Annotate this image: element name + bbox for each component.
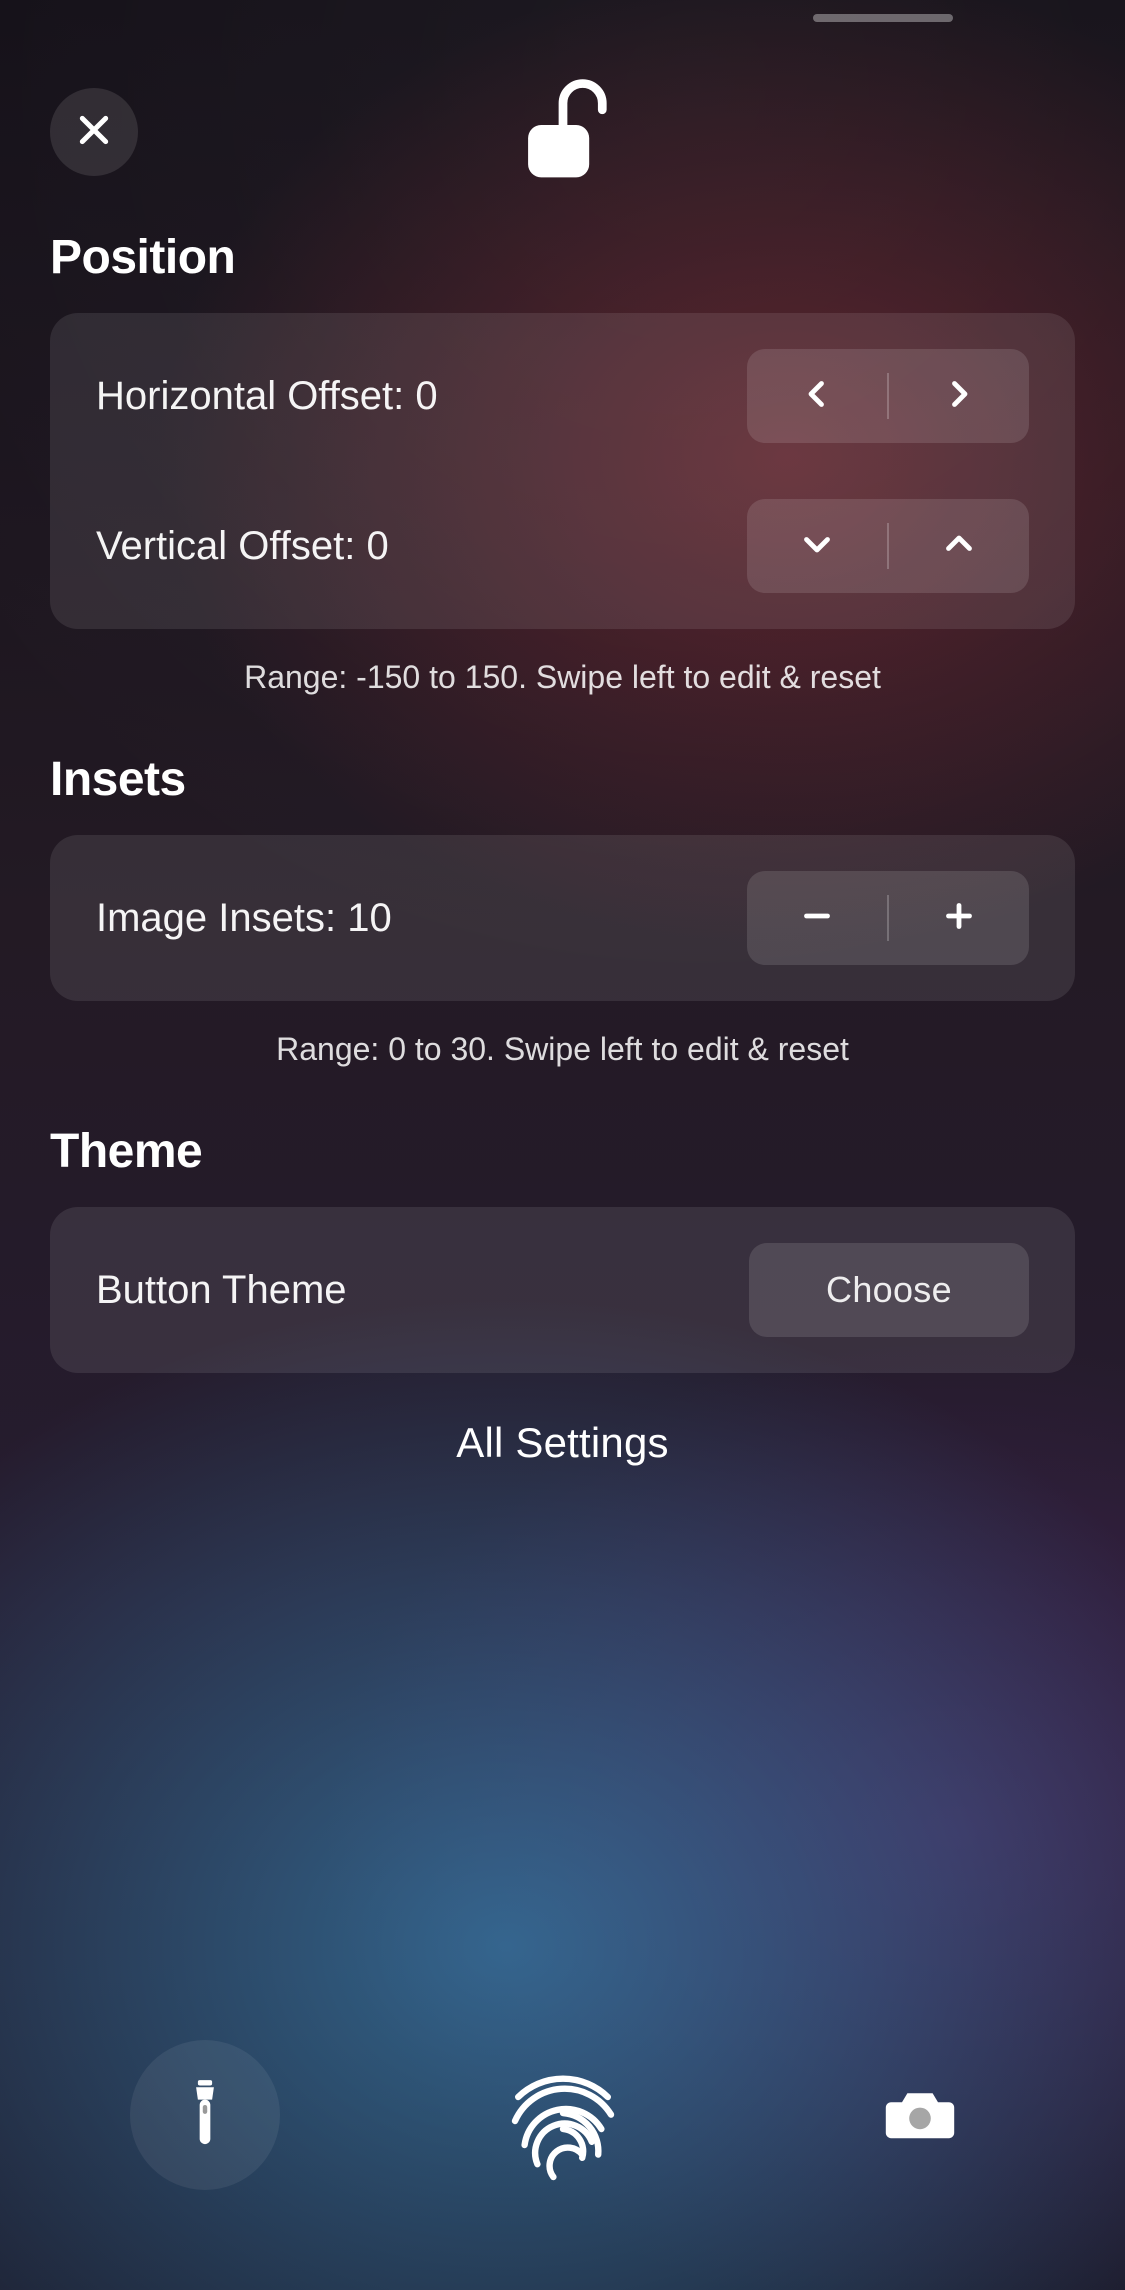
vertical-offset-label: Vertical Offset: 0 <box>96 524 389 569</box>
flashlight-icon <box>187 2073 223 2158</box>
sheet-grabber[interactable] <box>813 14 953 22</box>
horizontal-offset-row[interactable]: Horizontal Offset: 0 <box>50 321 1075 471</box>
close-button[interactable] <box>50 88 138 176</box>
section-title-position: Position <box>50 230 1075 285</box>
insets-range-note: Range: 0 to 30. Swipe left to edit & res… <box>50 1031 1075 1068</box>
unlock-icon <box>503 65 623 185</box>
image-insets-label: Image Insets: 10 <box>96 896 392 941</box>
camera-icon <box>884 2086 956 2145</box>
close-icon <box>74 110 114 155</box>
choose-theme-button[interactable]: Choose <box>749 1243 1029 1337</box>
fingerprint-button[interactable] <box>478 2030 648 2200</box>
button-theme-row[interactable]: Button Theme Choose <box>50 1215 1075 1365</box>
vertical-offset-row[interactable]: Vertical Offset: 0 <box>50 471 1075 621</box>
image-insets-stepper <box>747 871 1029 965</box>
lockscreen-quick-actions <box>0 2030 1125 2200</box>
horizontal-offset-increase[interactable] <box>889 349 1029 443</box>
horizontal-offset-stepper <box>747 349 1029 443</box>
plus-icon <box>941 898 977 939</box>
fingerprint-icon <box>483 2033 643 2198</box>
minus-icon <box>799 898 835 939</box>
vertical-offset-increase[interactable] <box>889 499 1029 593</box>
horizontal-offset-label: Horizontal Offset: 0 <box>96 374 438 419</box>
theme-group: Button Theme Choose <box>50 1207 1075 1373</box>
horizontal-offset-decrease[interactable] <box>747 349 887 443</box>
position-group: Horizontal Offset: 0 Vertical Offset: 0 <box>50 313 1075 629</box>
position-range-note: Range: -150 to 150. Swipe left to edit &… <box>50 659 1075 696</box>
camera-button[interactable] <box>845 2040 995 2190</box>
image-insets-increase[interactable] <box>889 871 1029 965</box>
chevron-left-icon <box>799 376 835 417</box>
chevron-up-icon <box>941 526 977 567</box>
button-theme-label: Button Theme <box>96 1268 347 1313</box>
flashlight-button[interactable] <box>130 2040 280 2190</box>
vertical-offset-stepper <box>747 499 1029 593</box>
section-title-theme: Theme <box>50 1124 1075 1179</box>
section-title-insets: Insets <box>50 752 1075 807</box>
vertical-offset-decrease[interactable] <box>747 499 887 593</box>
all-settings-link[interactable]: All Settings <box>50 1419 1075 1467</box>
image-insets-row[interactable]: Image Insets: 10 <box>50 843 1075 993</box>
insets-group: Image Insets: 10 <box>50 835 1075 1001</box>
image-insets-decrease[interactable] <box>747 871 887 965</box>
chevron-down-icon <box>799 526 835 567</box>
chevron-right-icon <box>941 376 977 417</box>
